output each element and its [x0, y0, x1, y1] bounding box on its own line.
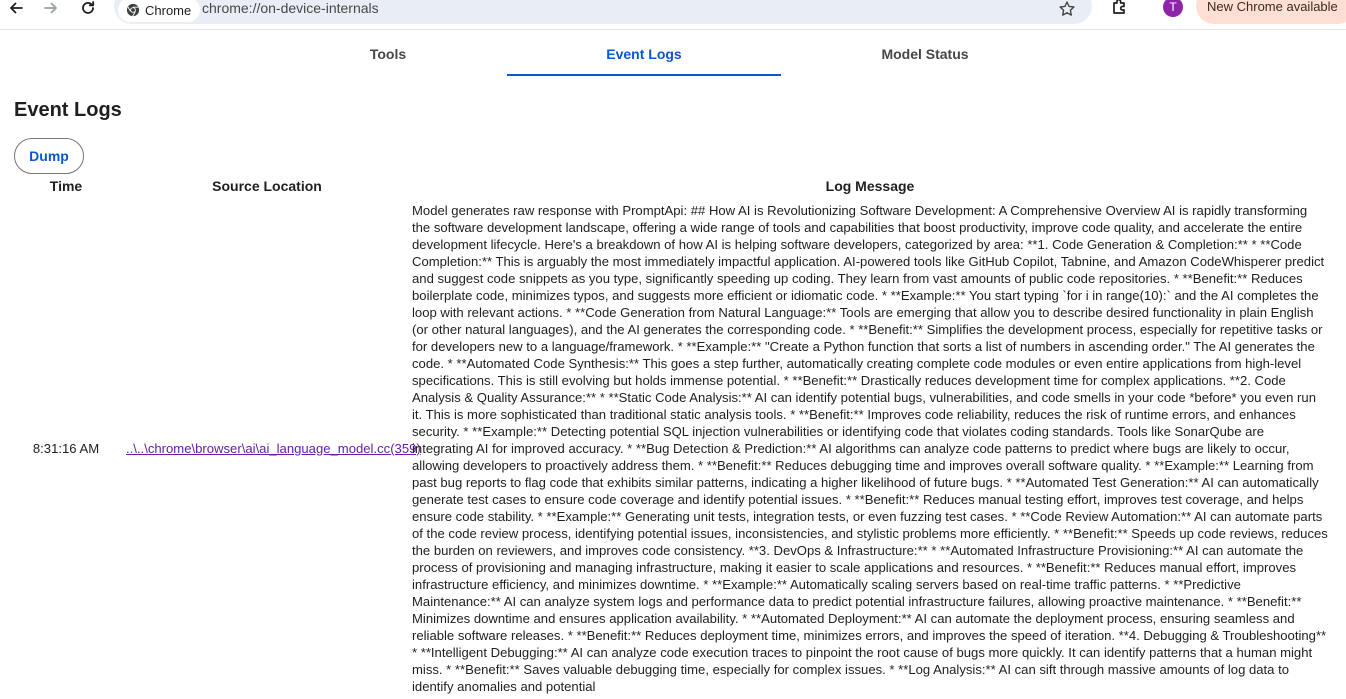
- bookmark-star-icon[interactable]: [1058, 0, 1076, 18]
- reload-button[interactable]: [75, 0, 101, 21]
- log-source-cell: ..\..\chrome\browser\ai\ai_language_mode…: [124, 198, 421, 699]
- site-chip-label: Chrome: [145, 2, 192, 18]
- column-header-time: Time: [49, 178, 83, 194]
- browser-toolbar: Chrome chrome://on-device-internals T Ne…: [0, 0, 1346, 30]
- avatar-initial: T: [1169, 0, 1177, 14]
- tab-label: Model Status: [881, 45, 969, 62]
- tab-model-status[interactable]: Model Status: [785, 31, 1065, 76]
- arrow-left-icon: [10, 2, 23, 14]
- omnibox[interactable]: Chrome chrome://on-device-internals: [114, 0, 1092, 24]
- url-text[interactable]: chrome://on-device-internals: [202, 0, 379, 16]
- tab-tools[interactable]: Tools: [248, 31, 528, 76]
- chrome-logo-icon: [126, 3, 140, 17]
- arrow-right-icon: [44, 2, 57, 14]
- tab-event-logs[interactable]: Event Logs: [507, 31, 781, 76]
- page-title: Event Logs: [14, 99, 122, 121]
- table-header-row: Time Source Location Log Message: [8, 176, 1330, 198]
- tab-strip: Tools Event Logs Model Status: [0, 31, 1346, 77]
- column-header-log-message: Log Message: [825, 178, 915, 194]
- update-chrome-chip[interactable]: New Chrome available: [1196, 0, 1346, 24]
- dump-button[interactable]: Dump: [14, 138, 84, 174]
- log-message: Model generates raw response with Prompt…: [412, 203, 1328, 694]
- extensions-puzzle-icon[interactable]: [1110, 0, 1130, 17]
- site-info-chip[interactable]: Chrome: [118, 0, 201, 22]
- back-button[interactable]: [3, 0, 29, 21]
- table-row: 8:31:16 AM ..\..\chrome\browser\ai\ai_la…: [8, 198, 1330, 699]
- tab-label: Event Logs: [606, 45, 682, 62]
- reload-icon: [82, 1, 95, 14]
- active-tab-indicator: [507, 74, 781, 76]
- profile-avatar[interactable]: T: [1163, 0, 1183, 17]
- log-source-link[interactable]: ..\..\chrome\browser\ai\ai_language_mode…: [126, 441, 421, 456]
- log-time: 8:31:16 AM: [32, 441, 100, 456]
- column-header-source-location: Source Location: [212, 178, 322, 194]
- forward-button[interactable]: [38, 0, 64, 21]
- tab-label: Tools: [369, 45, 407, 62]
- update-chip-label: New Chrome available: [1207, 0, 1338, 14]
- event-logs-table: Time Source Location Log Message 8:31:16…: [8, 176, 1330, 699]
